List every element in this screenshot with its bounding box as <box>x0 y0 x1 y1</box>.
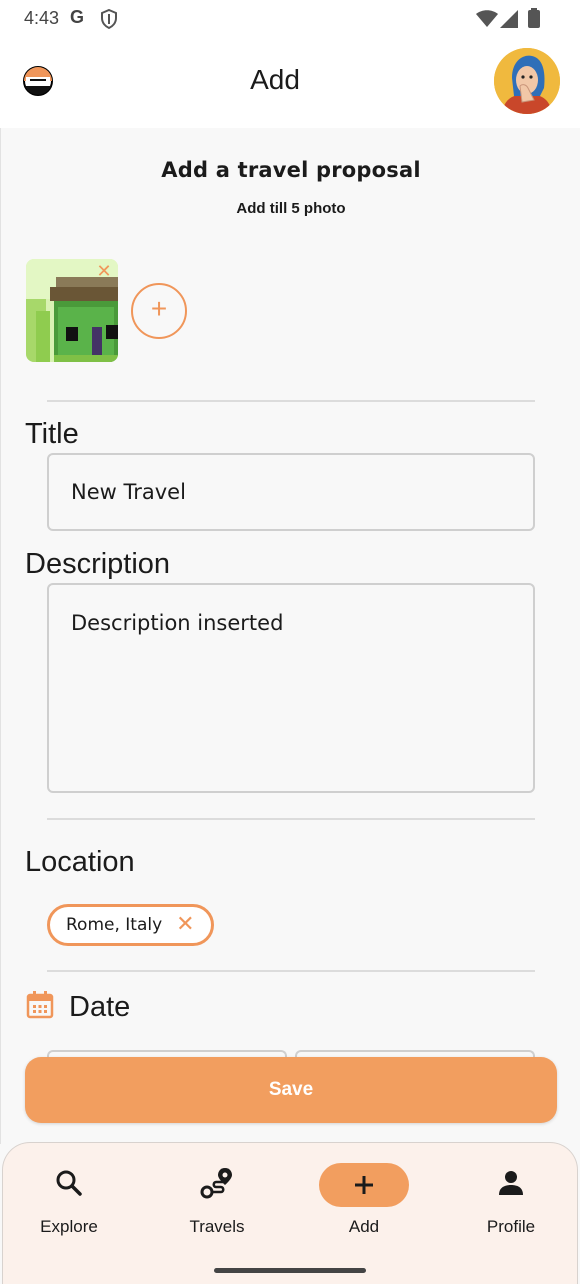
wifi-icon <box>476 10 498 32</box>
location-chip[interactable]: Rome, Italy ✕ <box>47 904 214 946</box>
search-icon <box>9 1157 129 1209</box>
bottom-navigation: Explore Travels Add Profile <box>2 1142 578 1284</box>
remove-location-icon[interactable]: ✕ <box>176 914 194 936</box>
nav-item-profile[interactable]: Profile <box>451 1157 571 1237</box>
date-section: Date <box>25 990 130 1024</box>
nav-item-add[interactable]: Add <box>304 1157 424 1237</box>
shield-icon <box>100 8 118 33</box>
nav-label-explore: Explore <box>40 1217 98 1236</box>
route-icon <box>157 1157 277 1209</box>
title-input[interactable]: New Travel <box>47 453 535 531</box>
signal-icon <box>500 10 518 32</box>
nav-add-wrapper <box>304 1157 424 1209</box>
remove-photo-icon[interactable]: ✕ <box>95 263 113 281</box>
active-indicator <box>319 1163 409 1207</box>
nav-label-add: Add <box>348 1217 380 1236</box>
avatar[interactable] <box>494 48 560 114</box>
location-chip-label: Rome, Italy <box>66 915 163 935</box>
form-heading: Add a travel proposal <box>161 158 421 182</box>
person-icon <box>451 1157 571 1209</box>
nav-item-travels[interactable]: Travels <box>157 1157 277 1237</box>
location-label: Location <box>25 846 135 878</box>
add-photo-button[interactable]: + <box>131 283 187 339</box>
google-icon: G <box>70 7 85 27</box>
add-travel-form: Add a travel proposal Add till 5 photo ✕… <box>0 128 580 1144</box>
gesture-bar <box>214 1268 366 1273</box>
page-title: Add <box>250 64 300 95</box>
description-input[interactable]: Description inserted <box>47 583 535 793</box>
status-bar: 4:43 G <box>0 0 580 38</box>
save-button[interactable]: Save <box>25 1057 557 1123</box>
date-label: Date <box>69 990 131 1023</box>
form-subheading: Add till 5 photo <box>236 200 346 217</box>
nav-label-profile: Profile <box>486 1217 536 1236</box>
nav-item-explore[interactable]: Explore <box>9 1157 129 1237</box>
calendar-icon <box>25 990 55 1024</box>
plus-icon <box>355 1176 373 1194</box>
title-label: Title <box>25 418 79 450</box>
divider <box>47 970 535 972</box>
status-time: 4:43 <box>24 8 60 28</box>
nav-label-travels: Travels <box>189 1217 245 1236</box>
divider <box>47 400 535 402</box>
description-label: Description <box>25 548 171 580</box>
battery-icon <box>528 8 540 32</box>
top-app-bar: Add <box>0 38 580 128</box>
divider <box>47 818 535 820</box>
